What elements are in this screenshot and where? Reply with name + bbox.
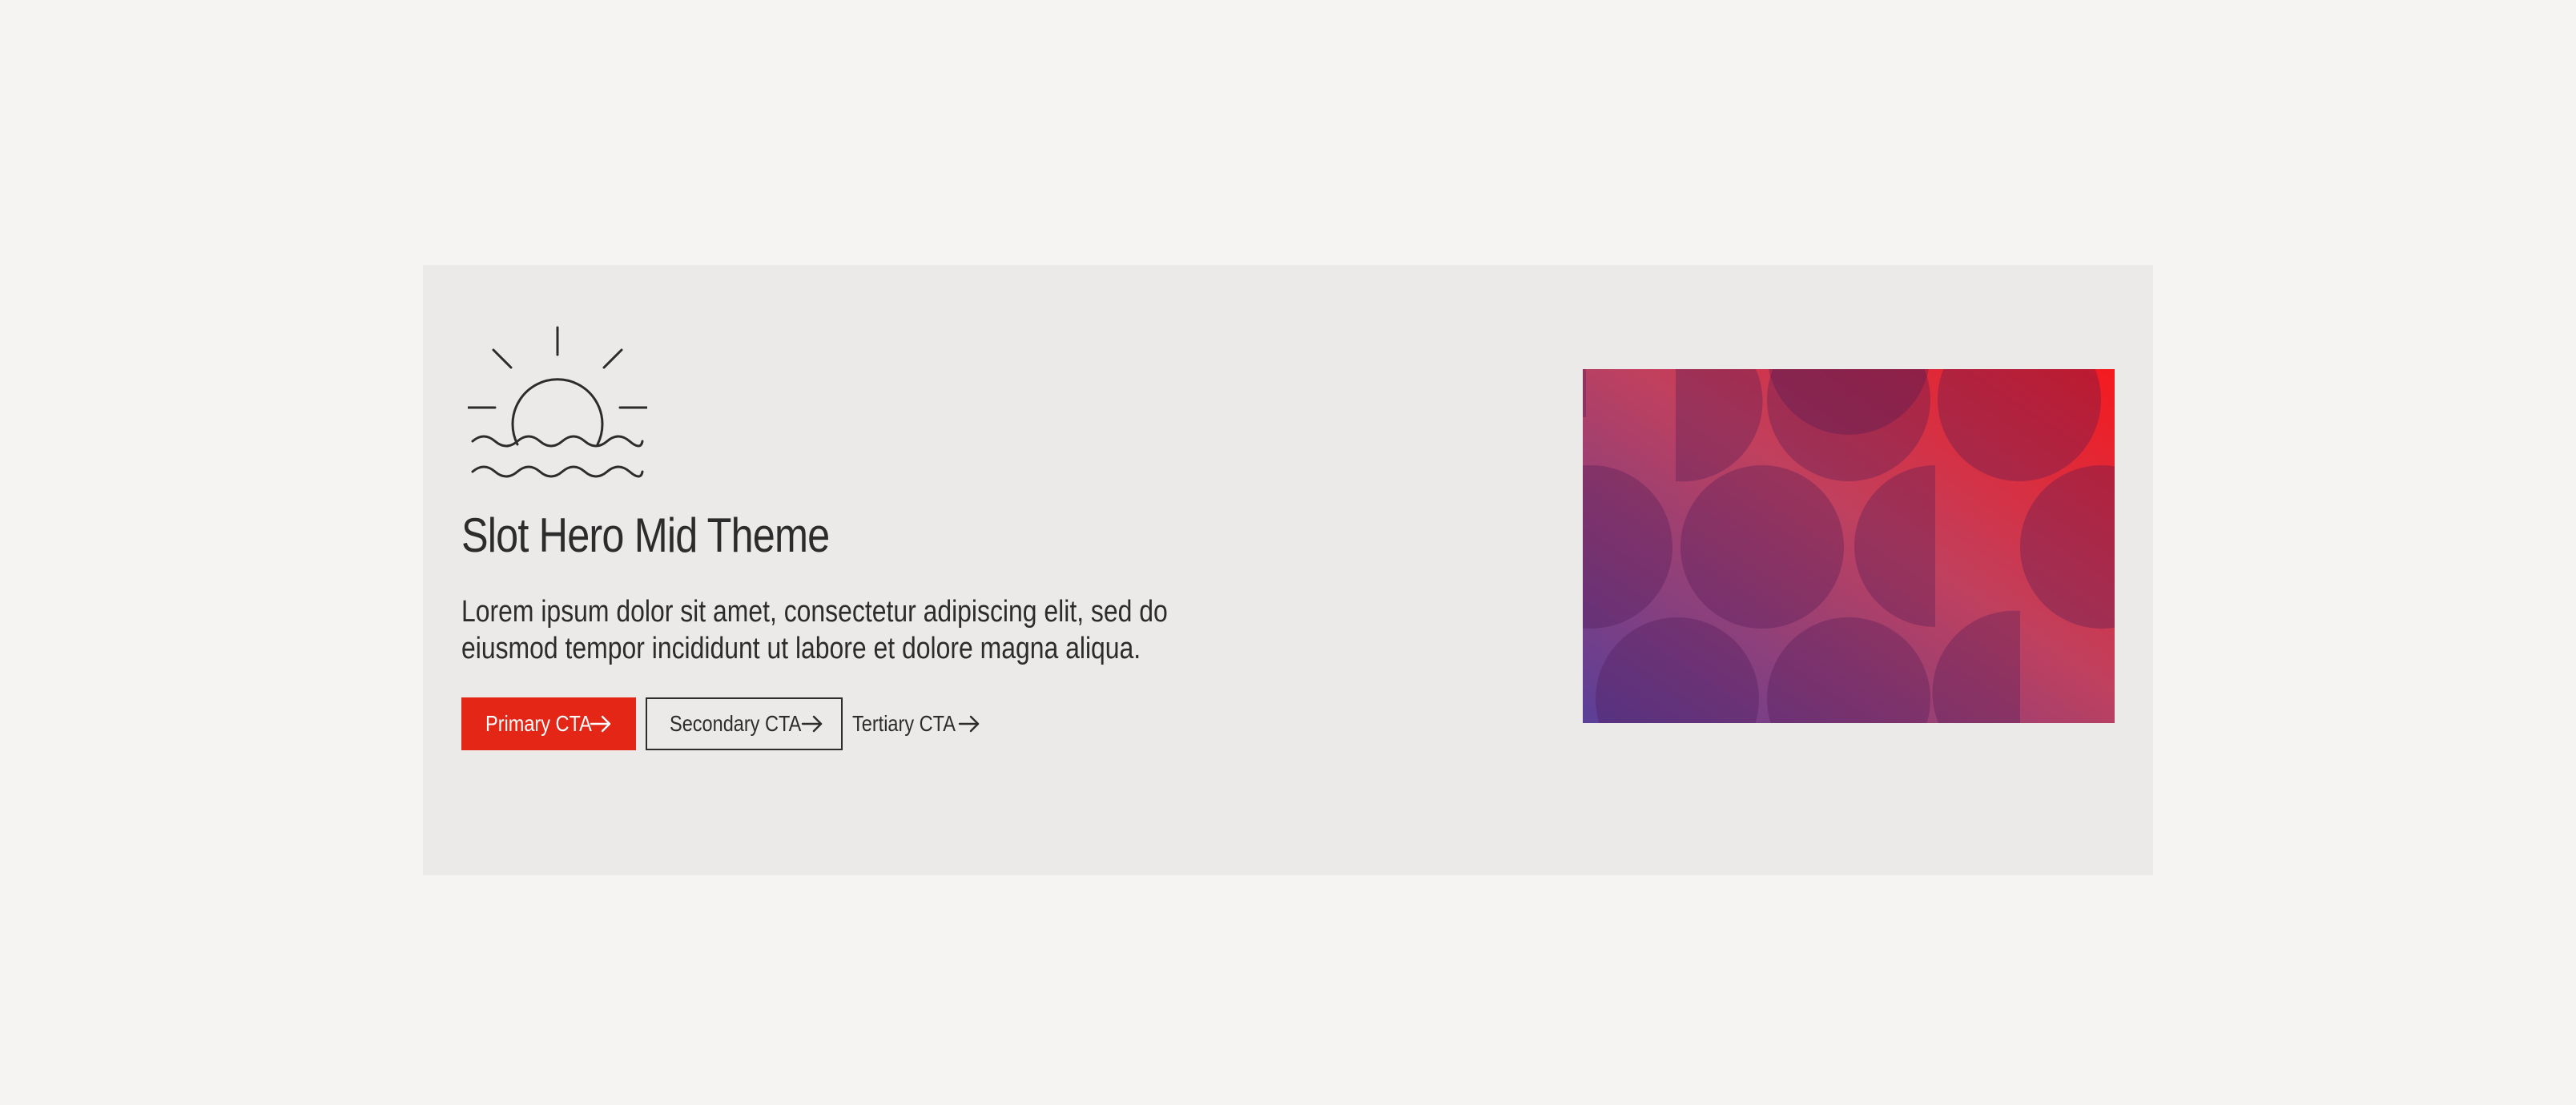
hero-description-line-1: Lorem ipsum dolor sit amet, consectetur …	[461, 595, 1168, 629]
arrow-right-icon	[590, 715, 611, 733]
tertiary-cta-label: Tertiary CTA	[852, 711, 956, 736]
tertiary-cta-link[interactable]: Tertiary CTA	[852, 697, 996, 750]
arrow-right-icon	[801, 715, 823, 733]
hero-description: Lorem ipsum dolor sit amet, consectetur …	[461, 593, 1168, 667]
secondary-cta-button[interactable]: Secondary CTA	[646, 697, 843, 750]
hero-description-line-2: eiusmod tempor incididunt ut labore et d…	[461, 632, 1141, 665]
sunrise-over-water-icon	[468, 326, 647, 478]
hero-title: Slot Hero Mid Theme	[461, 508, 830, 562]
hero-image	[1583, 369, 2115, 723]
arrow-right-icon	[958, 715, 980, 733]
primary-cta-button[interactable]: Primary CTA	[461, 697, 636, 750]
hero-section: Slot Hero Mid Theme Lorem ipsum dolor si…	[423, 265, 2153, 875]
primary-cta-label: Primary CTA	[485, 711, 592, 736]
secondary-cta-label: Secondary CTA	[670, 711, 802, 736]
